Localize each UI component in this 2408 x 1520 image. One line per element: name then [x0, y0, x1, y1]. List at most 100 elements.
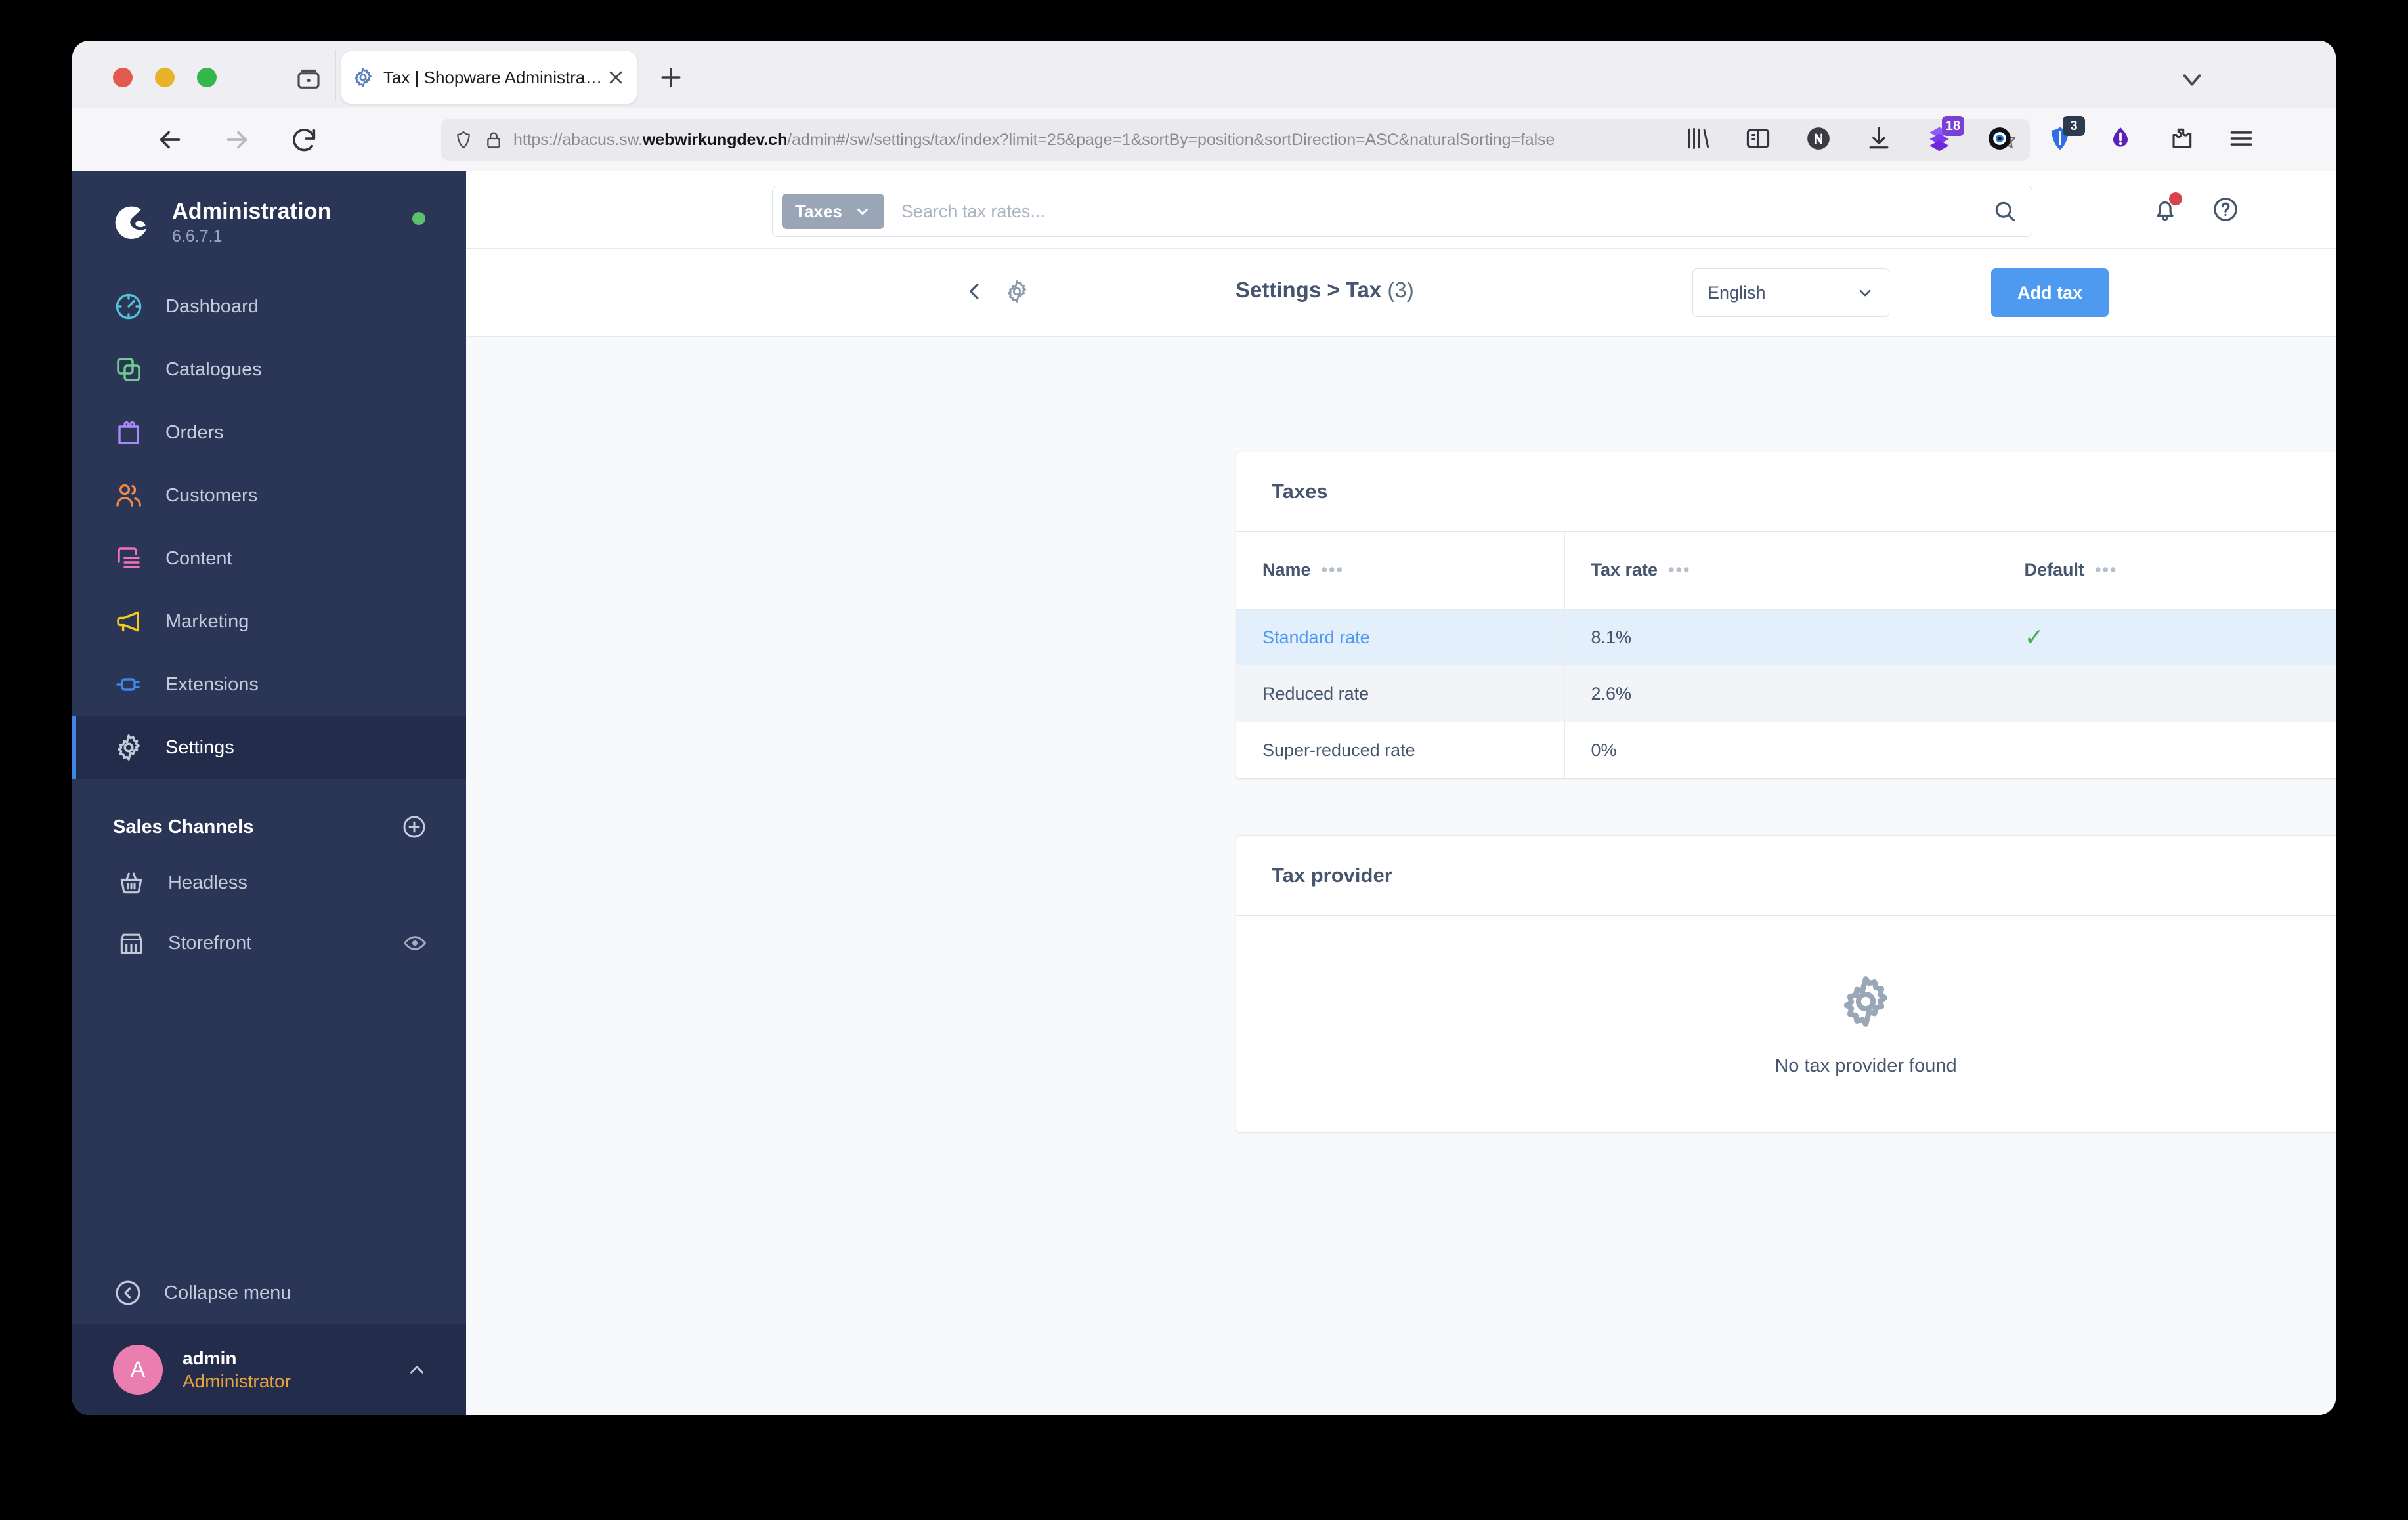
cell-name: Super-reduced rate [1236, 722, 1565, 778]
tab-title: Tax | Shopware Administration [383, 67, 605, 87]
cell-default [1998, 722, 2336, 778]
sidebar-item-content[interactable]: Content [72, 527, 466, 590]
shopware-admin-app: Administration 6.6.7.1 Dashboard Catalog… [72, 171, 2336, 1415]
tax-name-link[interactable]: Standard rate [1262, 627, 1370, 647]
back-chevron-icon[interactable] [962, 279, 987, 304]
reload-button[interactable] [289, 125, 319, 155]
extension-badge: 18 [1941, 116, 1964, 136]
table-header-row: Name ••• Tax rate ••• Default ••• [1236, 532, 2336, 610]
browser-tab[interactable]: Tax | Shopware Administration [341, 51, 637, 104]
plug-icon [113, 669, 144, 700]
table-row[interactable]: Super-reduced rate 0% ••• [1236, 722, 2336, 778]
check-icon: ✓ [2024, 623, 2044, 650]
sidebar-item-marketing[interactable]: Marketing [72, 590, 466, 653]
drop-icon[interactable] [2106, 124, 2135, 153]
user-account-bar[interactable]: A admin Administrator [72, 1324, 466, 1415]
basket-icon [117, 868, 146, 897]
breadcrumb-count: (3) [1387, 278, 1414, 302]
taxes-card: Taxes Name ••• Tax rate ••• Default ••• … [1236, 452, 2336, 779]
add-tax-button[interactable]: Add tax [1990, 268, 2109, 317]
search-scope-label: Taxes [795, 201, 842, 221]
sidebar-item-customers[interactable]: Customers [72, 464, 466, 527]
column-header-name[interactable]: Name ••• [1236, 532, 1565, 610]
cell-name: Standard rate [1236, 609, 1565, 665]
library-icon[interactable] [1683, 124, 1712, 153]
chevron-down-icon[interactable] [2177, 64, 2207, 95]
cell-default [1998, 665, 2336, 722]
stacked-layers-icon[interactable]: 18 [1925, 116, 1964, 153]
sidebar-item-extensions[interactable]: Extensions [72, 653, 466, 716]
sidebar-item-label: Content [165, 547, 232, 569]
column-header-tax-rate[interactable]: Tax rate ••• [1564, 532, 1998, 610]
gear-icon [1836, 971, 1896, 1032]
language-value: English [1708, 282, 1766, 303]
search-box[interactable]: Taxes [772, 186, 2032, 237]
tax-provider-title: Tax provider [1272, 864, 1392, 887]
lock-icon [483, 129, 504, 150]
table-row[interactable]: Reduced rate 2.6% ••• [1236, 665, 2336, 722]
sidebar-item-label: Orders [165, 421, 224, 443]
plus-circle-icon[interactable] [400, 813, 428, 841]
menu-icon[interactable] [2227, 124, 2256, 153]
taxes-table: Name ••• Tax rate ••• Default ••• Standa… [1236, 532, 2336, 778]
gear-icon [113, 732, 144, 763]
sidebar-item-headless[interactable]: Headless [72, 853, 466, 913]
close-window-button[interactable] [113, 68, 133, 87]
notification-badge-dot [2169, 192, 2182, 205]
column-menu-icon[interactable]: ••• [2095, 560, 2117, 580]
shield-icon[interactable]: 3 [2046, 116, 2085, 153]
forward-button[interactable] [222, 125, 252, 155]
help-icon[interactable] [2211, 195, 2240, 224]
close-icon[interactable] [605, 67, 626, 88]
page-header: Settings > Tax (3) English Add tax [466, 249, 2336, 337]
page-body: Taxes Name ••• Tax rate ••• Default ••• … [466, 337, 2336, 1415]
sidebar-item-label: Headless [168, 872, 247, 893]
brand-title: Administration [172, 199, 332, 224]
browser-tab-strip: Tax | Shopware Administration [72, 41, 2336, 108]
column-header-default[interactable]: Default ••• [1998, 532, 2336, 610]
gear-icon[interactable] [1003, 278, 1031, 305]
search-input[interactable] [901, 201, 1992, 222]
browser-extension-icons: 18 3 [1683, 116, 2256, 153]
sidebar-icon[interactable] [1744, 124, 1773, 153]
back-button[interactable] [155, 125, 185, 155]
breadcrumb-path: Settings > Tax [1236, 278, 1382, 302]
notification-bell-icon[interactable] [2151, 192, 2182, 224]
sidebar-item-label: Settings [165, 736, 234, 758]
eye-icon[interactable] [1985, 124, 2014, 153]
puzzle-icon[interactable] [2166, 124, 2195, 153]
status-indicator-dot [412, 212, 425, 225]
sidebar-item-storefront[interactable]: Storefront [72, 913, 466, 973]
tax-provider-card: Tax provider No tax provider found [1236, 835, 2336, 1133]
cell-tax-rate: 0% [1564, 722, 1998, 778]
cell-tax-rate: 8.1% [1564, 609, 1998, 665]
sidebar-item-catalogues[interactable]: Catalogues [72, 338, 466, 401]
cell-tax-rate: 2.6% [1564, 665, 1998, 722]
sidebar-item-dashboard[interactable]: Dashboard [72, 275, 466, 338]
sidebar-item-orders[interactable]: Orders [72, 401, 466, 464]
sidebar-item-settings[interactable]: Settings [72, 716, 466, 780]
new-tab-button[interactable] [656, 63, 685, 92]
column-menu-icon[interactable]: ••• [1322, 560, 1344, 580]
minimize-window-button[interactable] [155, 68, 175, 87]
download-icon[interactable] [1864, 124, 1893, 153]
browser-window: Tax | Shopware Administration https://ab… [72, 41, 2336, 1415]
column-menu-icon[interactable]: ••• [1668, 560, 1690, 580]
sidebar-item-label: Marketing [165, 610, 249, 632]
collapse-menu-button[interactable]: Collapse menu [72, 1261, 466, 1324]
store-icon [117, 929, 146, 958]
maximize-window-button[interactable] [197, 68, 217, 87]
extension-badge: 3 [2063, 116, 2085, 136]
table-row[interactable]: Standard rate 8.1% ✓ ••• [1236, 609, 2336, 665]
language-selector[interactable]: English [1692, 268, 1889, 317]
search-icon[interactable] [1992, 199, 2017, 224]
sidebar-item-label: Customers [165, 484, 258, 506]
tax-provider-empty-state: No tax provider found [1236, 916, 2336, 1132]
chevron-up-icon[interactable] [406, 1359, 428, 1381]
search-scope-selector[interactable]: Taxes [782, 194, 884, 229]
chevron-left-circle-icon [113, 1278, 143, 1308]
cell-name: Reduced rate [1236, 665, 1565, 722]
eye-icon[interactable] [402, 930, 428, 956]
notion-icon[interactable] [1804, 124, 1833, 153]
tab-list-icon[interactable] [295, 66, 322, 92]
